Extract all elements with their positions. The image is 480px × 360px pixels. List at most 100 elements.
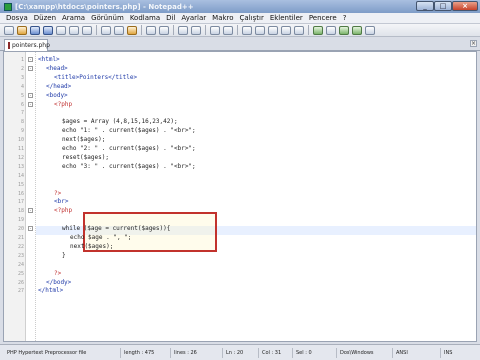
paste-icon[interactable] [127, 25, 137, 35]
line-number: 22 [17, 243, 24, 250]
close-tab-icon[interactable]: × [470, 40, 477, 47]
status-line-number: Ln : 20 [222, 348, 243, 358]
line-number: 25 [17, 270, 24, 277]
menu-settings[interactable]: Ayarlar [181, 14, 206, 22]
code-line: while ($age = current($ages)){ [62, 225, 171, 233]
undo-icon[interactable] [146, 25, 156, 35]
find-icon[interactable] [178, 25, 188, 35]
status-eol: Dos\Windows [336, 348, 374, 358]
menu-bar: Dosya Düzen Arama Görünüm Kodlama Dil Ay… [0, 13, 480, 24]
code-line: echo $age . ", "; [70, 234, 132, 241]
replace-icon[interactable] [191, 25, 201, 35]
menu-window[interactable]: Pencere [309, 14, 337, 22]
zoom-out-icon[interactable] [223, 25, 233, 35]
status-length: length : 475 [120, 348, 154, 358]
line-number: 11 [17, 146, 24, 152]
show-all-chars-icon[interactable] [281, 25, 291, 35]
fold-toggle-icon[interactable]: - [28, 226, 33, 232]
line-number: 27 [17, 288, 24, 295]
code-line: </html> [38, 287, 64, 295]
line-number: 20 [17, 226, 24, 233]
code-line: <?php [54, 100, 73, 108]
save-icon[interactable] [30, 25, 40, 35]
save-macro-icon[interactable] [365, 25, 375, 35]
code-editor[interactable]: 1 2 3 4 5 6 7 8 9 10 11 12 13 14 15 16 17 18 19 20 21 22 23 24 2… [3, 51, 477, 342]
fold-toggle-icon[interactable]: - [28, 57, 33, 62]
indent-guide-icon[interactable] [294, 25, 304, 35]
code-line: echo "1: " . current($ages) . "<br>"; [62, 127, 196, 135]
tab-label: pointers.php [12, 42, 50, 49]
code-line: next($ages); [62, 136, 106, 144]
line-number: 14 [17, 172, 24, 179]
record-macro-icon[interactable] [313, 25, 323, 35]
line-number: 7 [20, 110, 24, 117]
copy-icon[interactable] [114, 25, 124, 35]
play-macro-icon[interactable] [339, 25, 349, 35]
minimize-button[interactable]: _ [416, 1, 434, 11]
cut-icon[interactable] [101, 25, 111, 35]
line-number: 18 [17, 208, 24, 215]
code-line: next($ages); [70, 242, 114, 250]
code-line: <body> [46, 91, 68, 99]
status-selection: Sel : 0 [292, 348, 312, 358]
menu-search[interactable]: Arama [62, 14, 85, 22]
fold-toggle-icon[interactable]: - [28, 65, 33, 71]
close-file-icon[interactable] [56, 25, 66, 35]
line-number: 3 [20, 74, 24, 81]
maximize-button[interactable]: □ [434, 1, 452, 11]
line-number: 12 [17, 154, 24, 161]
code-line: </head> [46, 82, 72, 90]
fold-toggle-icon[interactable]: - [28, 208, 33, 214]
line-number: 8 [20, 119, 24, 126]
run-macro-multiple-icon[interactable] [352, 25, 362, 35]
toolbar-separator [96, 25, 97, 35]
menu-run[interactable]: Çalıştır [240, 14, 264, 22]
code-line: <html> [38, 56, 60, 63]
menu-file[interactable]: Dosya [6, 14, 28, 22]
status-encoding: ANSI [392, 348, 408, 358]
window-title: [C:\xampp\htdocs\pointers.php] - Notepad… [15, 2, 194, 11]
stop-macro-icon[interactable] [326, 25, 336, 35]
app-window: [C:\xampp\htdocs\pointers.php] - Notepad… [0, 0, 480, 360]
zoom-in-icon[interactable] [210, 25, 220, 35]
menu-edit[interactable]: Düzen [34, 14, 56, 22]
toolbar [0, 24, 480, 37]
close-button[interactable]: × [452, 1, 478, 11]
fold-toggle-icon[interactable]: - [28, 92, 33, 98]
menu-macro[interactable]: Makro [212, 14, 233, 22]
status-lines: lines : 26 [170, 348, 197, 358]
code-line: reset($ages); [62, 153, 109, 161]
new-file-icon[interactable] [4, 25, 14, 35]
code-line: <title>Pointers</title> [54, 73, 138, 81]
status-insert-mode: INS [440, 348, 452, 358]
fold-toggle-icon[interactable]: - [28, 101, 33, 107]
line-number: 24 [17, 261, 24, 268]
file-icon [8, 42, 10, 49]
menu-encoding[interactable]: Kodlama [130, 14, 160, 22]
status-file-type: PHP Hypertext Preprocessor file [7, 350, 87, 356]
line-number: 1 [20, 57, 24, 63]
line-number: 19 [17, 217, 24, 224]
menu-help[interactable]: ? [343, 14, 347, 22]
line-number: 9 [20, 128, 24, 135]
redo-icon[interactable] [159, 25, 169, 35]
sync-h-scroll-icon[interactable] [255, 25, 265, 35]
print-icon[interactable] [82, 25, 92, 35]
open-file-icon[interactable] [17, 25, 27, 35]
close-all-icon[interactable] [69, 25, 79, 35]
code-line: <head> [46, 64, 68, 72]
sync-v-scroll-icon[interactable] [242, 25, 252, 35]
line-number: 15 [17, 181, 24, 188]
line-number: 5 [20, 92, 24, 99]
toolbar-separator [141, 25, 142, 35]
toolbar-separator [237, 25, 238, 35]
tab-pointers-php[interactable]: pointers.php [4, 39, 50, 51]
code-line: <?php [54, 207, 73, 215]
menu-view[interactable]: Görünüm [91, 14, 124, 22]
menu-plugins[interactable]: Eklentiler [270, 14, 303, 22]
line-number: 23 [17, 252, 24, 259]
code-line: ?> [54, 269, 62, 277]
save-all-icon[interactable] [43, 25, 53, 35]
menu-language[interactable]: Dil [166, 14, 175, 22]
word-wrap-icon[interactable] [268, 25, 278, 35]
